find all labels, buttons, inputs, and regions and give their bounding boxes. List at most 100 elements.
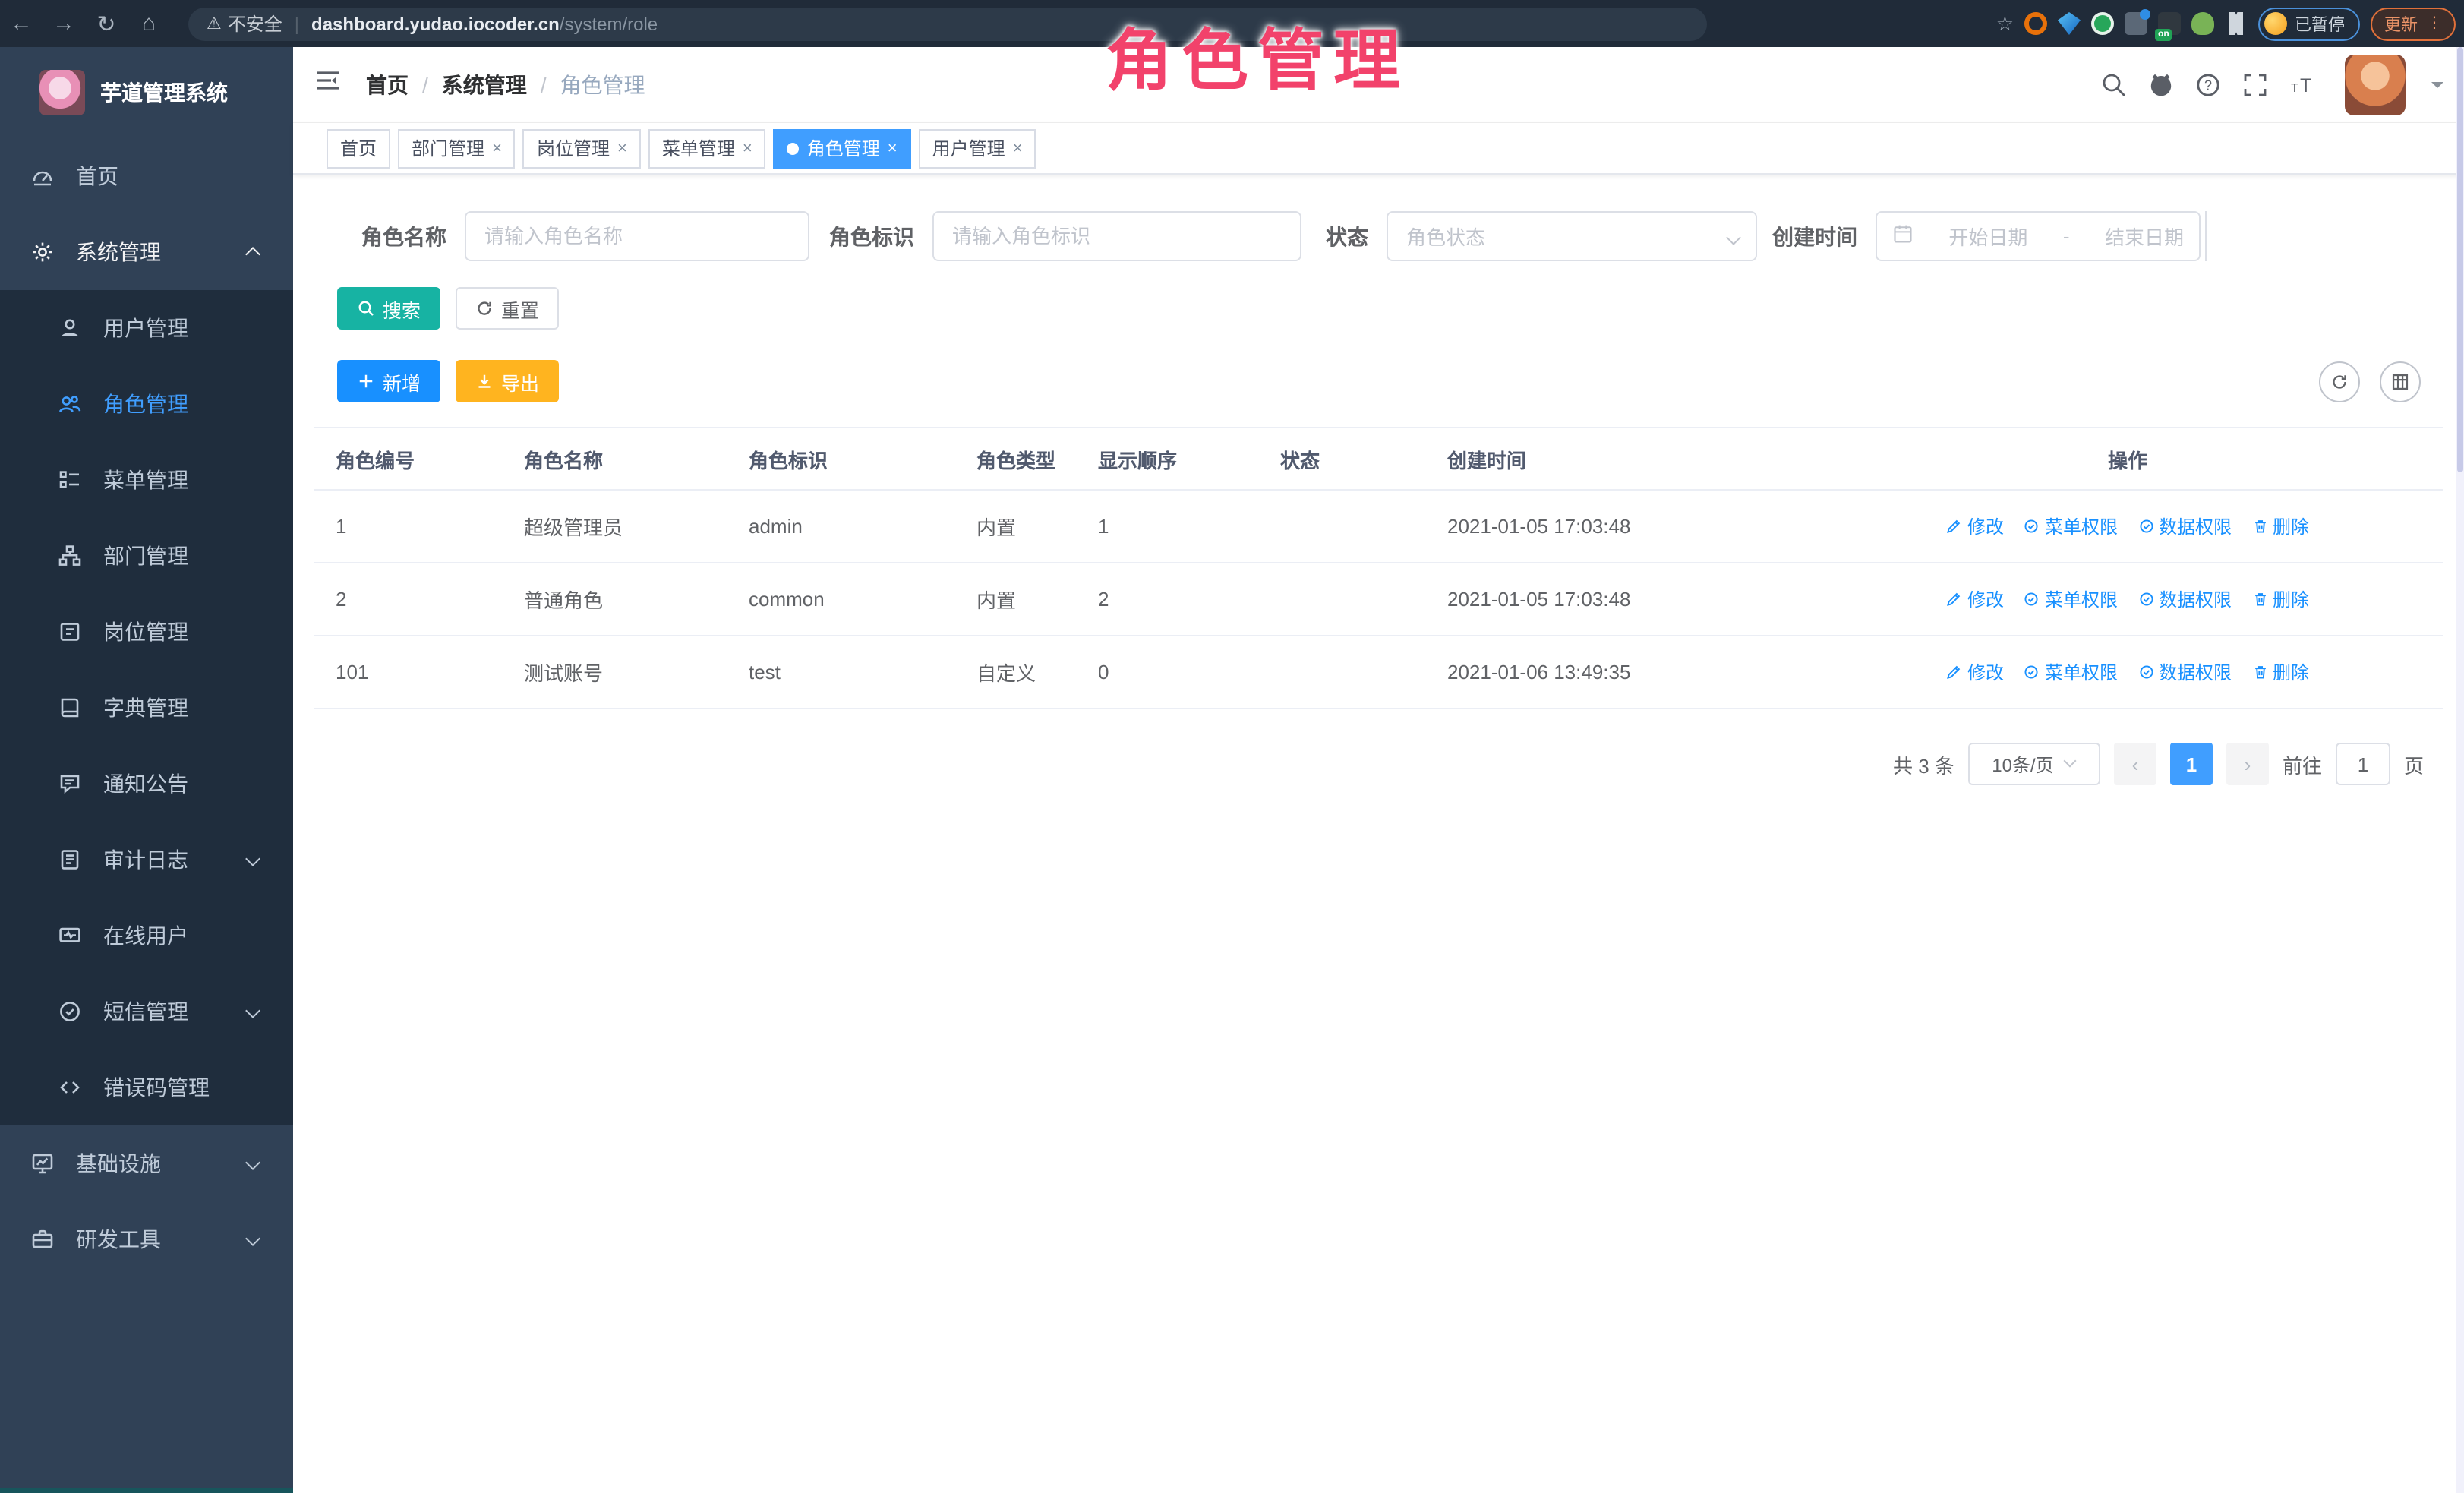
profile-paused-chip[interactable]: 已暂停 xyxy=(2258,7,2360,40)
browser-menu-icon[interactable]: ⋮ xyxy=(2427,15,2442,32)
search-icon[interactable] xyxy=(2100,71,2128,98)
range-separator: - xyxy=(2063,225,2070,248)
menu-permission-link[interactable]: 菜单权限 xyxy=(2024,513,2118,539)
extension-icon[interactable] xyxy=(2091,12,2114,35)
chevron-down-icon xyxy=(2066,756,2077,766)
breadcrumb-system[interactable]: 系统管理 xyxy=(442,69,527,99)
refresh-button[interactable] xyxy=(2319,361,2360,402)
tag-departments[interactable]: 部门管理× xyxy=(398,128,516,168)
role-key-input[interactable] xyxy=(952,225,1282,248)
avatar[interactable] xyxy=(2345,54,2406,115)
search-button[interactable]: 搜索 xyxy=(337,287,440,330)
app-title: 芋道管理系统 xyxy=(100,77,228,108)
sidebar-item-audit-log[interactable]: 审计日志 xyxy=(0,822,293,898)
page-size-select[interactable]: 10条/页 xyxy=(1968,743,2100,785)
sidebar-item-online-users[interactable]: 在线用户 xyxy=(0,898,293,974)
sidebar-item-home[interactable]: 首页 xyxy=(0,138,293,214)
data-permission-link[interactable]: 数据权限 xyxy=(2137,513,2232,539)
status-select[interactable]: 角色状态 xyxy=(1387,211,1757,261)
menu-permission-link[interactable]: 菜单权限 xyxy=(2024,586,2118,612)
back-icon[interactable]: ← xyxy=(0,11,43,36)
page-number-1[interactable]: 1 xyxy=(2170,743,2213,785)
forward-icon[interactable]: → xyxy=(43,11,85,36)
github-icon[interactable] xyxy=(2147,71,2175,98)
close-icon[interactable]: × xyxy=(888,139,898,157)
sms-icon xyxy=(58,999,82,1024)
navbar-actions: ? TT xyxy=(2100,54,2443,115)
tag-roles[interactable]: 角色管理× xyxy=(774,128,911,168)
delete-link[interactable]: 删除 xyxy=(2251,513,2309,539)
data-permission-link[interactable]: 数据权限 xyxy=(2137,586,2232,612)
font-size-icon[interactable]: TT xyxy=(2289,71,2316,98)
column-settings-button[interactable] xyxy=(2380,361,2421,402)
scrollbar[interactable] xyxy=(2456,47,2464,1493)
add-button[interactable]: 新增 xyxy=(337,360,440,402)
close-icon[interactable]: × xyxy=(617,139,627,157)
tag-home[interactable]: 首页 xyxy=(327,128,390,168)
fullscreen-icon[interactable] xyxy=(2242,71,2269,98)
goto-label: 前往 xyxy=(2283,750,2322,778)
gear-icon xyxy=(30,240,55,264)
extension-icon[interactable]: on xyxy=(2158,12,2181,35)
chevron-up-icon xyxy=(248,246,260,258)
extension-icon[interactable] xyxy=(2191,12,2214,35)
close-icon[interactable]: × xyxy=(1013,139,1023,157)
reset-button[interactable]: 重置 xyxy=(456,287,559,330)
sidebar-item-roles[interactable]: 角色管理 xyxy=(0,366,293,442)
table-tools xyxy=(2319,361,2421,402)
extension-icon[interactable] xyxy=(2125,12,2147,35)
sidebar-item-sms[interactable]: 短信管理 xyxy=(0,974,293,1050)
app-logo[interactable]: 芋道管理系统 xyxy=(0,47,293,138)
sidebar-item-menus[interactable]: 菜单管理 xyxy=(0,442,293,518)
role-name-input[interactable] xyxy=(484,225,790,248)
sidebar-item-dict[interactable]: 字典管理 xyxy=(0,670,293,746)
tag-menus[interactable]: 菜单管理× xyxy=(648,128,766,168)
caret-down-icon[interactable] xyxy=(2431,81,2443,93)
sidebar-item-error-codes[interactable]: 错误码管理 xyxy=(0,1050,293,1125)
export-button[interactable]: 导出 xyxy=(456,360,559,402)
breadcrumb-home[interactable]: 首页 xyxy=(366,69,409,99)
delete-link[interactable]: 删除 xyxy=(2251,586,2309,612)
next-page-button[interactable]: › xyxy=(2226,743,2269,785)
hamburger-icon[interactable] xyxy=(314,67,342,102)
sidebar-item-users[interactable]: 用户管理 xyxy=(0,290,293,366)
close-icon[interactable]: × xyxy=(743,139,752,157)
sidebar-item-posts[interactable]: 岗位管理 xyxy=(0,594,293,670)
extension-icon[interactable] xyxy=(2058,12,2081,35)
scrollbar-thumb[interactable] xyxy=(2457,47,2463,472)
tag-users[interactable]: 用户管理× xyxy=(919,128,1036,168)
edit-link[interactable]: 修改 xyxy=(1946,513,2004,539)
help-icon[interactable]: ? xyxy=(2194,71,2222,98)
data-permission-link[interactable]: 数据权限 xyxy=(2137,659,2232,685)
search-button-row: 搜索 重置 xyxy=(337,287,2464,330)
address-bar[interactable]: ⚠ 不安全 | dashboard.yudao.iocoder.cn/syste… xyxy=(188,7,1707,40)
role-name-label: 角色名称 xyxy=(361,221,446,251)
menu-permission-link[interactable]: 菜单权限 xyxy=(2024,659,2118,685)
sidebar-item-system[interactable]: 系统管理 xyxy=(0,214,293,290)
tag-posts[interactable]: 岗位管理× xyxy=(523,128,641,168)
annotation-overlay: 角色管理 xyxy=(1106,6,1409,103)
goto-page-input[interactable] xyxy=(2336,743,2390,785)
home-icon[interactable]: ⌂ xyxy=(128,11,170,36)
close-icon[interactable]: × xyxy=(492,139,502,157)
sidebar-item-notice[interactable]: 通知公告 xyxy=(0,746,293,822)
warning-icon: ⚠ xyxy=(207,14,222,33)
sidebar-item-dev-tools[interactable]: 研发工具 xyxy=(0,1201,293,1277)
delete-link[interactable]: 删除 xyxy=(2251,659,2309,685)
reload-icon[interactable]: ↻ xyxy=(85,10,128,37)
extension-icon[interactable] xyxy=(2024,12,2047,35)
active-dot xyxy=(787,142,800,154)
chrome-update-button[interactable]: 更新 ⋮ xyxy=(2371,7,2456,40)
code-icon xyxy=(58,1075,82,1100)
date-range-picker[interactable]: 开始日期 - 结束日期 xyxy=(1876,211,2201,261)
edit-link[interactable]: 修改 xyxy=(1946,659,2004,685)
sidebar-item-departments[interactable]: 部门管理 xyxy=(0,518,293,594)
edit-link[interactable]: 修改 xyxy=(1946,586,2004,612)
security-label[interactable]: 不安全 xyxy=(228,11,282,36)
page-unit-label: 页 xyxy=(2404,750,2424,778)
extensions-puzzle-icon[interactable] xyxy=(2225,12,2248,35)
prev-page-button[interactable]: ‹ xyxy=(2114,743,2156,785)
sidebar-item-infrastructure[interactable]: 基础设施 xyxy=(0,1125,293,1201)
bookmark-star-icon[interactable]: ☆ xyxy=(1996,11,2014,36)
breadcrumb: 首页 / 系统管理 / 角色管理 xyxy=(366,69,645,99)
